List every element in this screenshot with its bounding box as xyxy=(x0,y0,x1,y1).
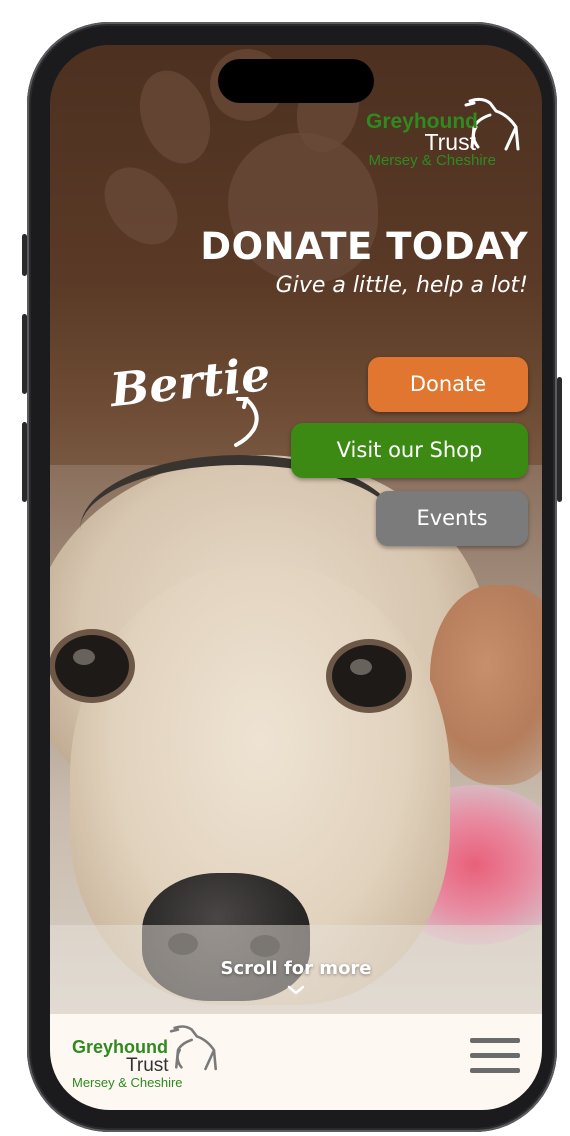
footer-logo-line2: Trust xyxy=(126,1055,169,1076)
dog-right-eye xyxy=(332,645,406,707)
greyhound-logo-icon xyxy=(169,1025,217,1071)
hamburger-menu-icon[interactable] xyxy=(470,1038,520,1074)
logo-line3: Mersey & Cheshire xyxy=(368,152,496,169)
tagline: Give a little, help a lot! xyxy=(275,273,528,298)
screen: Greyhound Trust Mersey & Cheshire DONATE… xyxy=(50,45,542,1110)
action-button xyxy=(22,234,27,276)
page-title: DONATE TODAY xyxy=(200,225,528,268)
phone-frame: Greyhound Trust Mersey & Cheshire DONATE… xyxy=(22,22,562,1132)
power-button xyxy=(557,377,562,502)
events-button[interactable]: Events xyxy=(376,491,528,546)
footer-logo-line3: Mersey & Cheshire xyxy=(72,1075,183,1090)
scroll-label: Scroll for more xyxy=(220,958,372,979)
donate-button[interactable]: Donate xyxy=(368,357,528,412)
footer-bar: Greyhound Trust Mersey & Cheshire xyxy=(50,1014,542,1110)
footer-logo[interactable]: Greyhound Trust Mersey & Cheshire xyxy=(70,1024,230,1094)
dog-left-eye xyxy=(55,635,129,697)
curved-arrow-icon xyxy=(234,397,259,447)
chevron-down-icon xyxy=(287,985,305,995)
scroll-hint[interactable]: Scroll for more xyxy=(50,958,542,1000)
volume-up-button xyxy=(22,314,27,394)
header-logo[interactable]: Greyhound Trust Mersey & Cheshire xyxy=(350,97,530,177)
logo-line2: Trust xyxy=(424,129,476,155)
footer-logo-line1: Greyhound xyxy=(72,1037,169,1057)
volume-down-button xyxy=(22,422,27,502)
visit-shop-button[interactable]: Visit our Shop xyxy=(291,423,528,478)
